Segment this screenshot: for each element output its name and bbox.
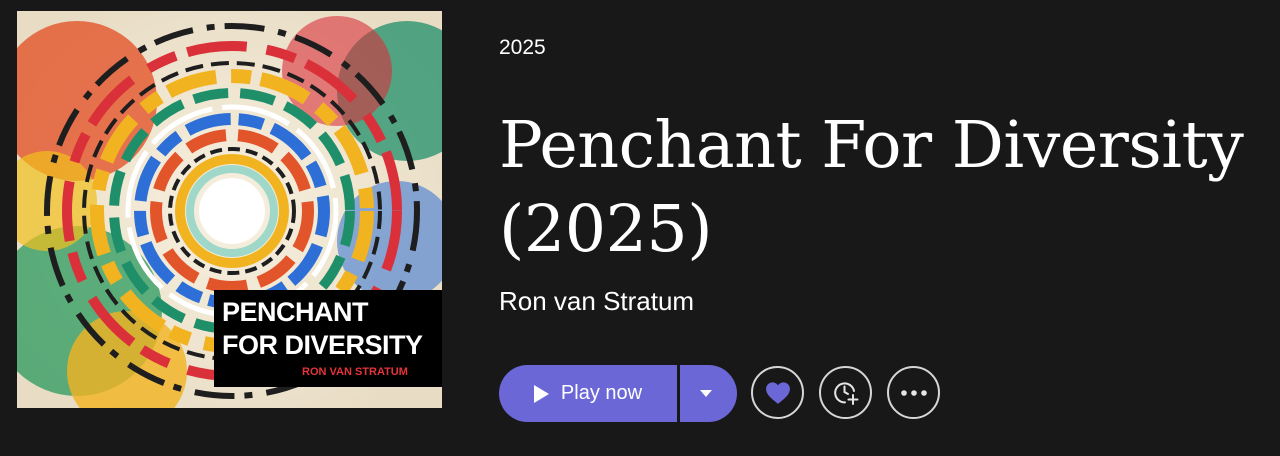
add-to-queue-button[interactable] bbox=[819, 366, 872, 419]
heart-icon bbox=[765, 381, 790, 404]
more-options-button[interactable] bbox=[887, 366, 940, 419]
play-now-label: Play now bbox=[560, 382, 643, 404]
album-cover[interactable]: PENCHANT FOR DIVERSITY RON VAN STRATUM bbox=[17, 11, 442, 408]
cover-artist: RON VAN STRATUM bbox=[302, 366, 408, 378]
play-now-button[interactable]: Play now bbox=[499, 365, 677, 422]
release-year: 2025 bbox=[499, 36, 546, 59]
favorite-button[interactable] bbox=[751, 366, 804, 419]
cover-text-panel: PENCHANT FOR DIVERSITY RON VAN STRATUM bbox=[214, 290, 442, 387]
artist-link[interactable]: Ron van Stratum bbox=[499, 286, 694, 317]
cover-title: PENCHANT FOR DIVERSITY bbox=[222, 297, 423, 360]
play-icon bbox=[533, 384, 549, 403]
play-button-group: Play now bbox=[499, 365, 737, 422]
play-options-dropdown[interactable] bbox=[680, 365, 737, 422]
chevron-down-icon bbox=[699, 390, 712, 397]
clock-plus-icon bbox=[833, 381, 858, 405]
album-title: Penchant For Diversity (2025) bbox=[499, 108, 1244, 267]
more-horizontal-icon bbox=[900, 389, 927, 396]
